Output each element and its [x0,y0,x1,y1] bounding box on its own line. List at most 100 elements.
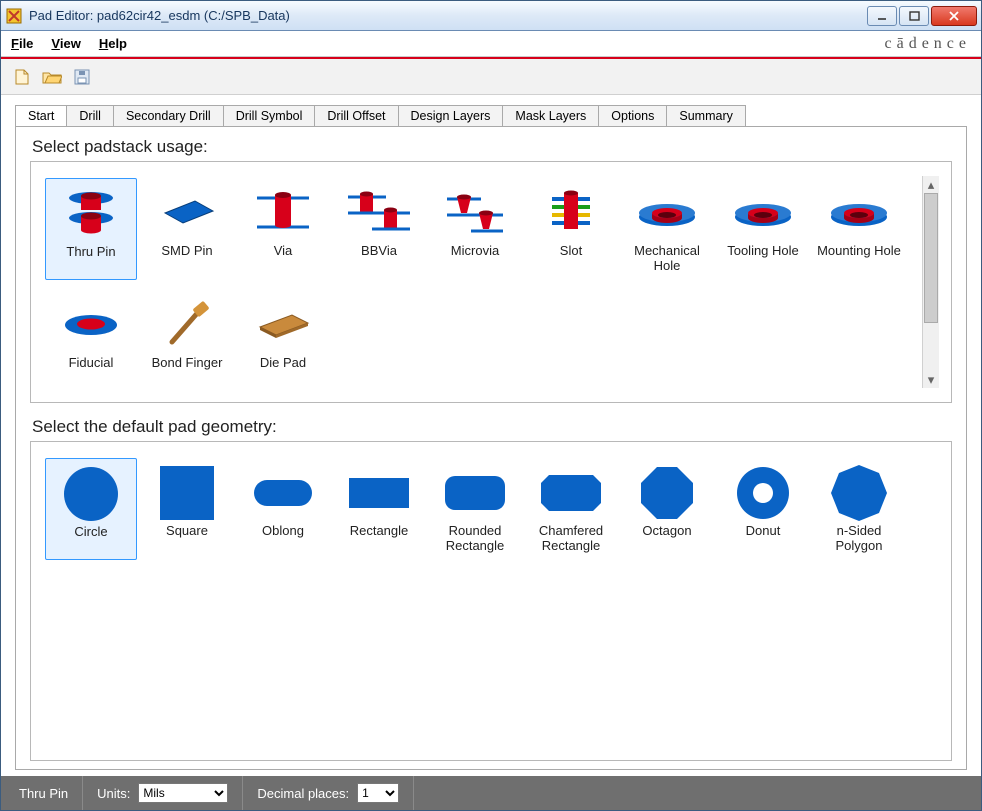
scroll-thumb[interactable] [924,193,938,323]
usage-icon [821,182,897,244]
geometry-item-octagon[interactable]: Octagon [621,458,713,560]
menu-help[interactable]: Help [99,36,127,51]
usage-section-label: Select padstack usage: [32,137,952,157]
usage-label: SMD Pin [161,244,212,274]
geometry-grid: Circle Square Oblong Rectangle Rounded Recta… [43,456,939,568]
tab-secondary-drill[interactable]: Secondary Drill [113,105,224,126]
geometry-icon [725,462,801,524]
usage-icon [533,182,609,244]
new-file-button[interactable] [11,66,33,88]
geometry-section-label: Select the default pad geometry: [32,417,952,437]
usage-item-smd-pin[interactable]: SMD Pin [141,178,233,280]
units-label: Units: [97,786,130,801]
geometry-label: Circle [74,525,107,555]
usage-icon [629,182,705,244]
usage-label: Slot [560,244,582,274]
status-units-cell: Units: MilsMMInchMicron [83,776,243,810]
usage-scrollbar[interactable]: ▴ ▾ [922,176,939,388]
tab-start[interactable]: Start [15,105,67,126]
geometry-item-chamfered-rectangle[interactable]: Chamfered Rectangle [525,458,617,560]
menu-view[interactable]: View [51,36,80,51]
usage-label: Bond Finger [152,356,223,386]
usage-icon [149,182,225,244]
decimal-label: Decimal places: [257,786,349,801]
minimize-button[interactable] [867,6,897,26]
status-decimal-cell: Decimal places: 01234 [243,776,414,810]
menu-file[interactable]: File [11,36,33,51]
usage-item-bbvia[interactable]: BBVia [333,178,425,280]
maximize-button[interactable] [899,6,929,26]
titlebar: Pad Editor: pad62cir42_esdm (C:/SPB_Data… [1,1,981,31]
geometry-item-n-sided-polygon[interactable]: n-Sided Polygon [813,458,905,560]
usage-item-mounting-hole[interactable]: Mounting Hole [813,178,905,280]
usage-label: Microvia [451,244,499,274]
usage-item-die-pad[interactable]: Die Pad [237,290,329,388]
units-select[interactable]: MilsMMInchMicron [138,783,228,803]
geometry-item-rounded-rectangle[interactable]: Rounded Rectangle [429,458,521,560]
geometry-icon [437,462,513,524]
geometry-icon [629,462,705,524]
toolbar [1,59,981,95]
usage-item-mechanical-hole[interactable]: Mechanical Hole [621,178,713,280]
content-area: StartDrillSecondary DrillDrill SymbolDri… [1,95,981,776]
geometry-icon [341,462,417,524]
decimal-select[interactable]: 01234 [357,783,399,803]
usage-grid: Thru Pin SMD Pin Via BBVia Microvia [43,176,922,388]
usage-item-fiducial[interactable]: Fiducial [45,290,137,388]
tab-drill-offset[interactable]: Drill Offset [314,105,398,126]
usage-group: Thru Pin SMD Pin Via BBVia Microvia [30,161,952,403]
usage-label: Tooling Hole [727,244,799,274]
usage-label: Thru Pin [66,245,115,275]
geometry-icon [821,462,897,524]
geometry-item-rectangle[interactable]: Rectangle [333,458,425,560]
geometry-label: Octagon [642,524,691,554]
usage-label: BBVia [361,244,397,274]
geometry-item-square[interactable]: Square [141,458,233,560]
scroll-up-icon[interactable]: ▴ [923,176,939,193]
usage-icon [341,182,417,244]
geometry-label: Square [166,524,208,554]
open-file-button[interactable] [41,66,63,88]
tab-drill[interactable]: Drill [66,105,114,126]
usage-icon [149,294,225,356]
tab-drill-symbol[interactable]: Drill Symbol [223,105,316,126]
geometry-item-circle[interactable]: Circle [45,458,137,560]
geometry-group: Circle Square Oblong Rectangle Rounded Recta… [30,441,952,761]
geometry-label: Donut [746,524,781,554]
tab-mask-layers[interactable]: Mask Layers [502,105,599,126]
geometry-item-donut[interactable]: Donut [717,458,809,560]
geometry-icon [533,462,609,524]
usage-icon [437,182,513,244]
usage-label: Fiducial [69,356,114,386]
usage-item-slot[interactable]: Slot [525,178,617,280]
usage-item-thru-pin[interactable]: Thru Pin [45,178,137,280]
usage-icon [245,182,321,244]
geometry-icon [53,463,129,525]
geometry-label: n-Sided Polygon [815,524,903,554]
geometry-label: Rectangle [350,524,409,554]
tab-design-layers[interactable]: Design Layers [398,105,504,126]
save-button[interactable] [71,66,93,88]
usage-icon [53,294,129,356]
tab-page-start: Select padstack usage: Thru Pin SMD Pin V… [15,126,967,770]
usage-item-via[interactable]: Via [237,178,329,280]
usage-item-microvia[interactable]: Microvia [429,178,521,280]
geometry-label: Rounded Rectangle [431,524,519,554]
usage-item-tooling-hole[interactable]: Tooling Hole [717,178,809,280]
scroll-down-icon[interactable]: ▾ [923,371,939,388]
app-icon [5,7,23,25]
usage-label: Mechanical Hole [623,244,711,274]
window-title: Pad Editor: pad62cir42_esdm (C:/SPB_Data… [29,8,290,23]
usage-item-bond-finger[interactable]: Bond Finger [141,290,233,388]
app-window: Pad Editor: pad62cir42_esdm (C:/SPB_Data… [0,0,982,811]
geometry-icon [245,462,321,524]
usage-label: Die Pad [260,356,306,386]
status-pin-type: Thru Pin [5,776,83,810]
geometry-label: Oblong [262,524,304,554]
close-button[interactable] [931,6,977,26]
brand-logo: cādence [884,35,971,53]
tab-options[interactable]: Options [598,105,667,126]
tab-summary[interactable]: Summary [666,105,745,126]
usage-label: Via [274,244,293,274]
geometry-item-oblong[interactable]: Oblong [237,458,329,560]
